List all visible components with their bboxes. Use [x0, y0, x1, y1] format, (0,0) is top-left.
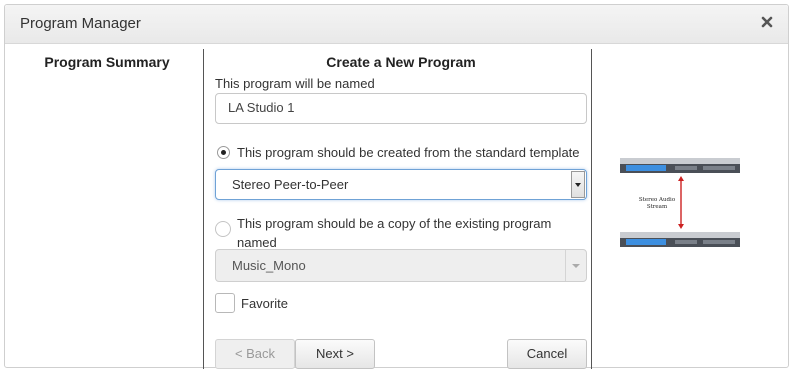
stereo-stream-illustration: Stereo Audio Stream: [617, 155, 745, 255]
illustration-caption-line1: Stereo Audio: [639, 197, 676, 203]
existing-program-select-value: Music_Mono: [232, 258, 306, 273]
create-program-panel: Create a New Program This program will b…: [211, 49, 593, 369]
cancel-button[interactable]: Cancel: [507, 339, 587, 369]
copy-radio-label[interactable]: This program should be a copy of the exi…: [237, 214, 582, 252]
favorite-checkbox[interactable]: [215, 293, 235, 313]
audio-device-top: [620, 158, 740, 173]
copy-radio[interactable]: [215, 221, 231, 237]
create-program-heading: Create a New Program: [326, 54, 476, 70]
existing-program-select: Music_Mono: [215, 249, 587, 282]
close-icon[interactable]: [760, 14, 774, 30]
next-button[interactable]: Next >: [295, 339, 375, 369]
audio-device-bottom: [620, 232, 740, 247]
program-name-label: This program will be named: [215, 76, 375, 91]
template-radio-label[interactable]: This program should be created from the …: [237, 145, 580, 160]
program-manager-dialog: Program Manager Program Summary Create a…: [4, 4, 789, 369]
dialog-title: Program Manager: [20, 15, 141, 32]
template-select[interactable]: Stereo Peer-to-Peer: [215, 169, 587, 200]
bidirectional-arrow-icon: [678, 176, 684, 229]
chevron-down-icon: [565, 250, 586, 281]
back-button: < Back: [215, 339, 295, 369]
illustration-caption-line2: Stream: [647, 204, 668, 210]
program-name-input[interactable]: LA Studio 1: [215, 93, 587, 124]
chevron-down-icon[interactable]: [571, 171, 585, 198]
template-select-value: Stereo Peer-to-Peer: [232, 177, 349, 192]
program-summary-panel: Program Summary: [9, 49, 205, 369]
title-bar: Program Manager: [5, 5, 788, 44]
template-radio[interactable]: [217, 146, 230, 159]
left-divider: [203, 49, 204, 369]
program-summary-heading: Program Summary: [44, 54, 170, 70]
favorite-label[interactable]: Favorite: [241, 296, 288, 311]
